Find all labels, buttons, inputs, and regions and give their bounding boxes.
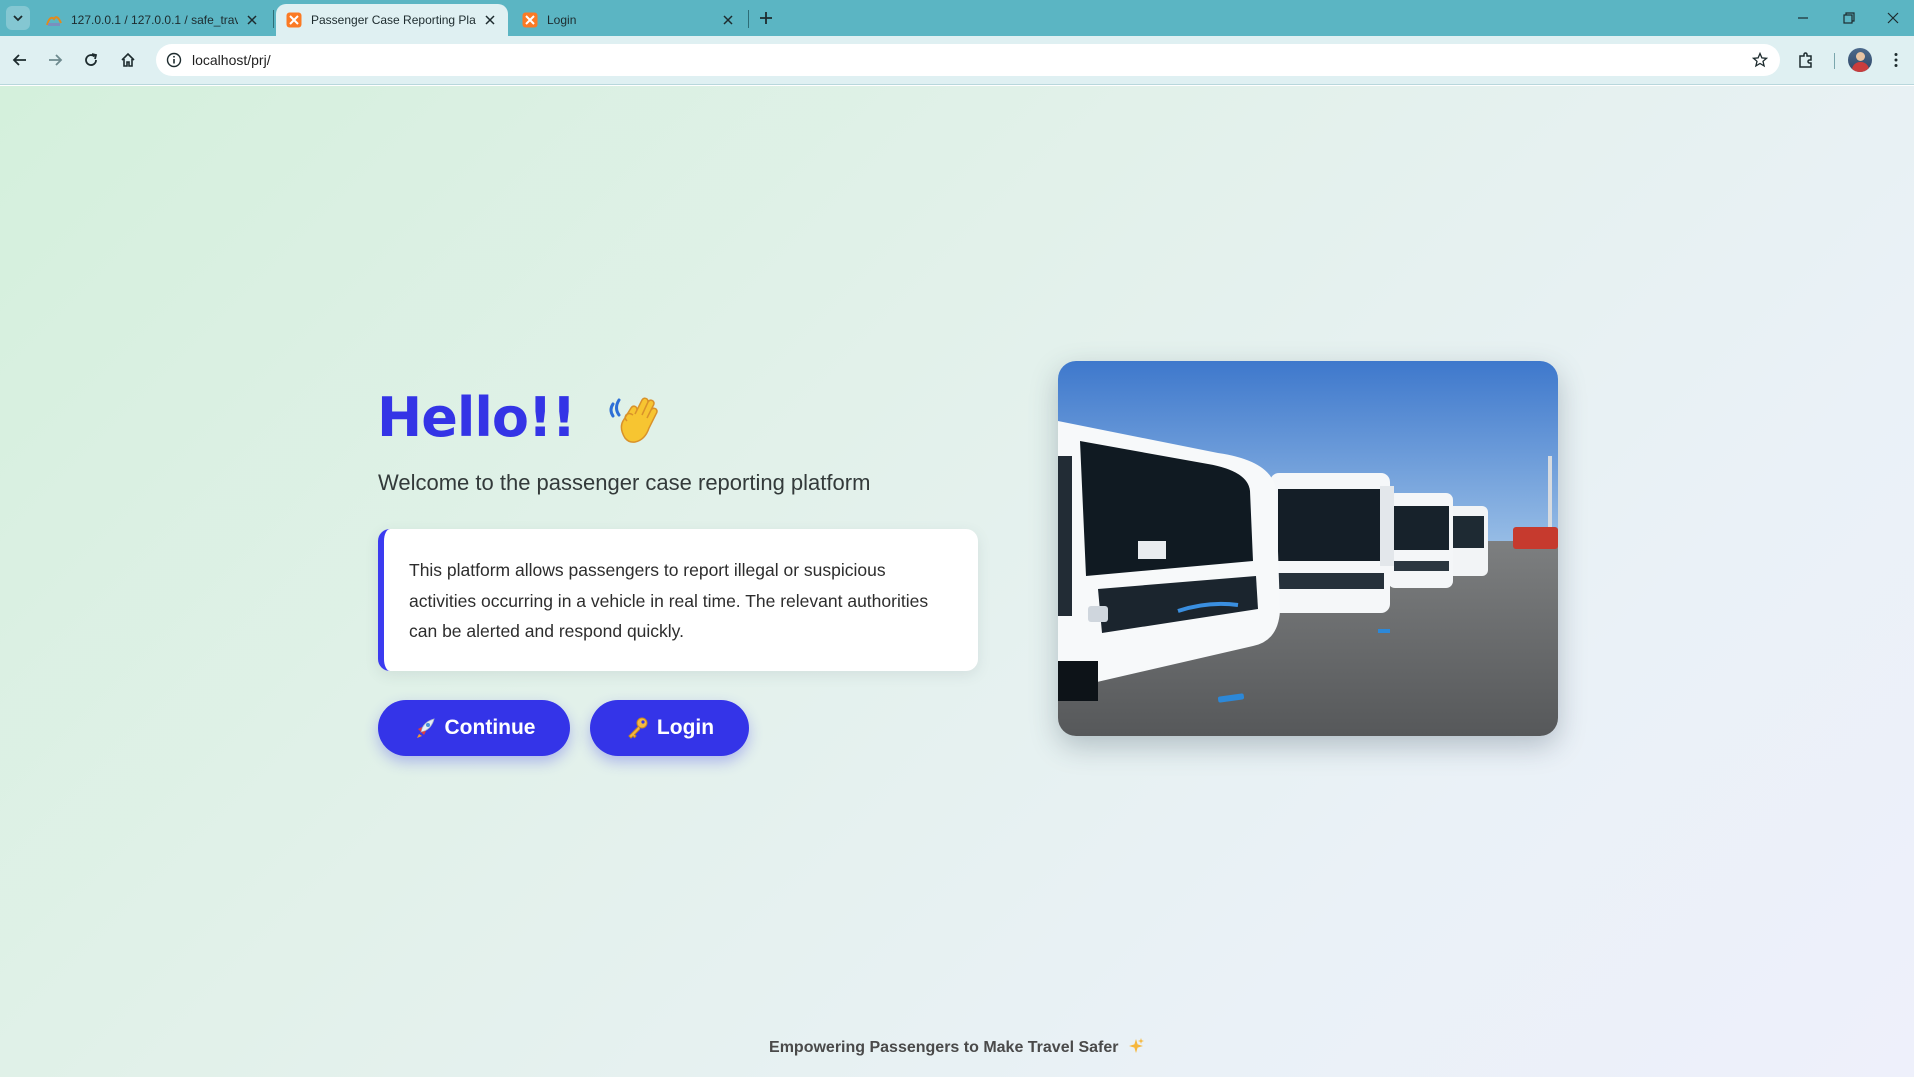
description-card: This platform allows passengers to repor… [378,529,978,671]
tab-login[interactable]: Login [512,4,746,36]
page-title: Hello!! [377,386,576,449]
xampp-icon [286,12,302,28]
login-button-label: Login [656,716,715,739]
tab-title: Passenger Case Reporting Platfo [311,13,476,27]
close-window-button[interactable] [1872,0,1914,36]
toolbar-divider [1834,53,1835,69]
bookmark-star-icon[interactable] [1750,50,1770,70]
reload-icon [85,53,98,66]
tab-title: 127.0.0.1 / 127.0.0.1 / safe_trave [71,13,238,27]
continue-button-label: Continue [444,716,536,739]
minimize-button[interactable] [1780,0,1826,36]
address-bar[interactable]: localhost/prj/ [156,44,1780,76]
site-info-icon[interactable] [165,51,183,69]
footer-tagline: Empowering Passengers to Make Travel Saf… [0,1037,1914,1057]
back-button[interactable] [6,46,34,74]
footer-tagline-text: Empowering Passengers to Make Travel Saf… [769,1039,1119,1056]
xampp-icon [522,12,538,28]
continue-button[interactable]: Continue [378,700,570,756]
chevron-down-icon [13,15,23,22]
tab-separator [748,10,749,28]
url-text[interactable]: localhost/prj/ [192,52,271,68]
rocket-icon [413,716,437,740]
phpmyadmin-icon [46,12,62,28]
waving-hand-icon [605,388,665,448]
page-viewport: Hello!! Welcome to the passenger case re… [0,86,1914,1077]
plus-icon [760,12,772,24]
login-button[interactable]: Login [590,700,749,756]
puzzle-icon [1799,52,1812,68]
home-icon [121,52,135,67]
forward-button[interactable] [41,46,69,74]
bus-fleet-image [1058,361,1558,736]
greeting: Hello!! [377,386,665,449]
arrow-right-icon [49,54,63,66]
sparkles-icon [1127,1037,1145,1055]
welcome-subtitle: Welcome to the passenger case reporting … [378,470,871,495]
tab-title: Login [547,13,577,27]
minimize-icon [1798,17,1808,19]
description-text: This platform allows passengers to repor… [409,560,929,641]
restore-button[interactable] [1826,0,1872,36]
new-tab-button[interactable] [755,7,777,29]
more-vertical-icon [1894,53,1898,67]
menu-button[interactable] [1882,46,1910,74]
reload-button[interactable] [77,46,105,74]
browser-tabstrip: 127.0.0.1 / 127.0.0.1 / safe_trave Passe… [0,0,1914,36]
key-icon [625,716,649,740]
home-button[interactable] [114,46,142,74]
tab-search-button[interactable] [6,6,30,30]
restore-icon [1843,12,1855,24]
tab-passenger-case[interactable]: Passenger Case Reporting Platfo [276,4,508,36]
close-icon[interactable] [482,12,498,28]
tab-separator [273,10,274,28]
profile-avatar[interactable] [1848,48,1872,72]
close-icon[interactable] [720,12,736,28]
extensions-button[interactable] [1792,46,1820,74]
close-icon[interactable] [244,12,260,28]
tab-phpmyadmin[interactable]: 127.0.0.1 / 127.0.0.1 / safe_trave [36,4,270,36]
arrow-left-icon [12,54,26,66]
browser-toolbar: localhost/prj/ [0,36,1914,85]
close-icon [1887,12,1899,24]
